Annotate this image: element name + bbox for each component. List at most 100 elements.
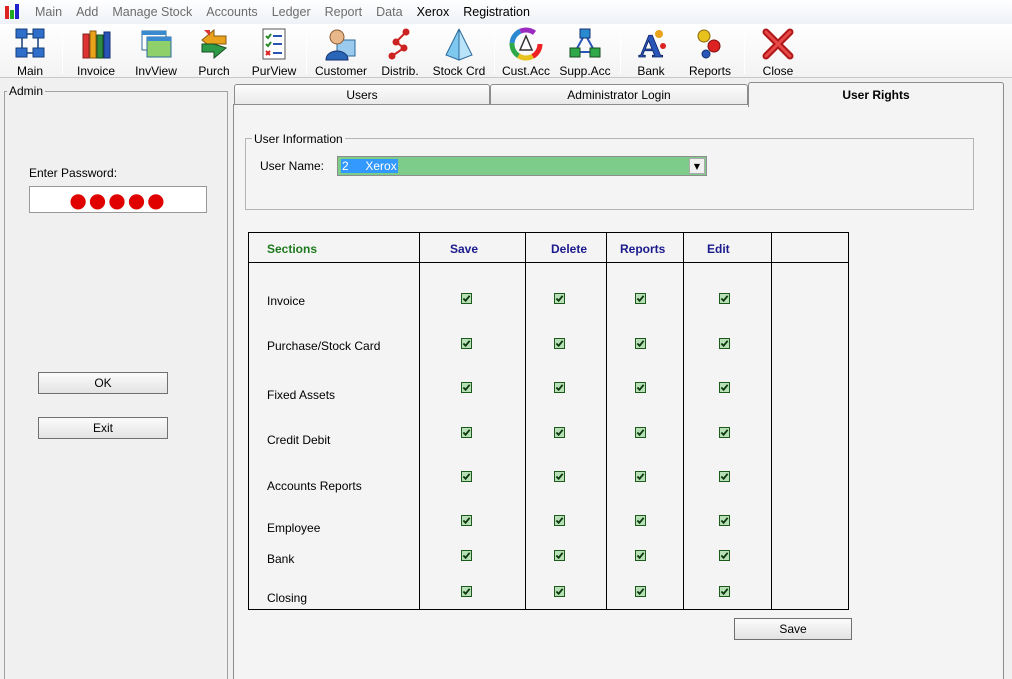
checkbox-save[interactable] — [461, 586, 472, 597]
checkbox-delete[interactable] — [554, 515, 565, 526]
checkbox-edit[interactable] — [719, 586, 730, 597]
checkbox-delete[interactable] — [554, 382, 565, 393]
column-divider — [606, 233, 607, 609]
checkmark-icon — [720, 429, 729, 437]
invoice-books-icon — [82, 30, 111, 59]
menu-data[interactable]: Data — [369, 5, 409, 19]
checkbox-save[interactable] — [461, 338, 472, 349]
checkbox-reports[interactable] — [635, 338, 646, 349]
suppacc-label: Supp.Acc — [559, 64, 611, 78]
stock-crd-button[interactable]: Stock Crd — [432, 24, 486, 78]
checkmark-icon — [555, 429, 564, 437]
checkmark-icon — [462, 295, 471, 303]
customer-button[interactable]: Customer — [314, 24, 368, 78]
checkbox-save[interactable] — [461, 550, 472, 561]
bank-button[interactable]: A Bank — [632, 24, 670, 78]
checkbox-edit[interactable] — [719, 515, 730, 526]
checkbox-delete[interactable] — [554, 471, 565, 482]
menu-report[interactable]: Report — [318, 5, 370, 19]
checkbox-edit[interactable] — [719, 382, 730, 393]
checkbox-edit[interactable] — [719, 550, 730, 561]
column-divider — [771, 233, 772, 609]
checkmark-icon — [720, 517, 729, 525]
close-x-icon — [762, 28, 794, 60]
username-label: User Name: — [260, 159, 325, 173]
username-select[interactable]: 2 Xerox ▼ — [337, 156, 707, 176]
chevron-down-icon[interactable]: ▼ — [689, 158, 705, 174]
cust-acc-button[interactable]: Cust.Acc — [500, 24, 552, 78]
checkmark-icon — [636, 588, 645, 596]
menu-ledger[interactable]: Ledger — [265, 5, 318, 19]
menu-registration[interactable]: Registration — [456, 5, 537, 19]
invoice-button[interactable]: Invoice — [76, 24, 116, 78]
checkbox-reports[interactable] — [635, 471, 646, 482]
menu-accounts[interactable]: Accounts — [199, 5, 264, 19]
user-information-legend: User Information — [252, 132, 345, 146]
checkbox-edit[interactable] — [719, 471, 730, 482]
checkbox-reports[interactable] — [635, 550, 646, 561]
supp-acc-button[interactable]: Supp.Acc — [558, 24, 612, 78]
checkmark-icon — [720, 340, 729, 348]
section-label: Accounts Reports — [267, 479, 362, 493]
toolbar: Main Invoice InvView Purch PurView Custo… — [0, 24, 1012, 78]
distrib-button[interactable]: Distrib. — [380, 24, 420, 78]
checkbox-reports[interactable] — [635, 427, 646, 438]
purch-button[interactable]: Purch — [196, 24, 232, 78]
purview-label: PurView — [251, 64, 297, 78]
section-label: Fixed Assets — [267, 388, 336, 402]
checkbox-save[interactable] — [461, 293, 472, 304]
checkbox-reports[interactable] — [635, 515, 646, 526]
menu-main[interactable]: Main — [28, 5, 69, 19]
checkbox-save[interactable] — [461, 382, 472, 393]
checkbox-delete[interactable] — [554, 293, 565, 304]
menu-xerox[interactable]: Xerox — [410, 5, 457, 19]
checkbox-delete[interactable] — [554, 427, 565, 438]
checkbox-save[interactable] — [461, 515, 472, 526]
close-button[interactable]: Close — [758, 24, 798, 78]
checkmark-icon — [462, 517, 471, 525]
checkbox-reports[interactable] — [635, 586, 646, 597]
section-label: Credit Debit — [267, 433, 331, 447]
toolbar-separator — [744, 28, 745, 74]
checkmark-icon — [720, 588, 729, 596]
reports-button[interactable]: Reports — [686, 24, 734, 78]
checkbox-delete[interactable] — [554, 550, 565, 561]
purview-button[interactable]: PurView — [252, 24, 296, 78]
header-reports: Reports — [620, 242, 666, 256]
checkbox-edit[interactable] — [719, 293, 730, 304]
purch-label: Purch — [198, 64, 230, 78]
customer-label: Customer — [314, 64, 367, 78]
checkmark-icon — [720, 473, 729, 481]
checkmark-icon — [720, 295, 729, 303]
main-button[interactable]: Main — [12, 24, 48, 78]
ok-button[interactable]: OK — [38, 372, 168, 394]
save-button[interactable]: Save — [734, 618, 852, 640]
menu-add[interactable]: Add — [69, 5, 105, 19]
checkbox-delete[interactable] — [554, 586, 565, 597]
password-input[interactable]: ●●●●● — [29, 186, 207, 213]
checkmark-icon — [555, 295, 564, 303]
tab-users[interactable]: Users — [234, 84, 490, 105]
checkbox-save[interactable] — [461, 427, 472, 438]
close-label: Close — [762, 64, 794, 78]
checkmark-icon — [462, 588, 471, 596]
column-divider — [683, 233, 684, 609]
invview-button[interactable]: InvView — [134, 24, 178, 78]
checkbox-edit[interactable] — [719, 427, 730, 438]
header-save: Save — [450, 242, 479, 256]
checkbox-delete[interactable] — [554, 338, 565, 349]
invview-windows-icon — [141, 30, 172, 58]
ok-label: OK — [94, 376, 112, 390]
checkbox-save[interactable] — [461, 471, 472, 482]
tab-administrator-login[interactable]: Administrator Login — [490, 84, 748, 105]
checkmark-icon — [636, 517, 645, 525]
stockcrd-label: Stock Crd — [432, 64, 486, 78]
checkbox-reports[interactable] — [635, 382, 646, 393]
checkbox-edit[interactable] — [719, 338, 730, 349]
exit-button[interactable]: Exit — [38, 417, 168, 439]
tab-user-rights[interactable]: User Rights — [748, 82, 1004, 107]
menu-manage-stock[interactable]: Manage Stock — [105, 5, 199, 19]
checkbox-reports[interactable] — [635, 293, 646, 304]
checkmark-icon — [636, 295, 645, 303]
toolbar-separator — [494, 28, 495, 74]
